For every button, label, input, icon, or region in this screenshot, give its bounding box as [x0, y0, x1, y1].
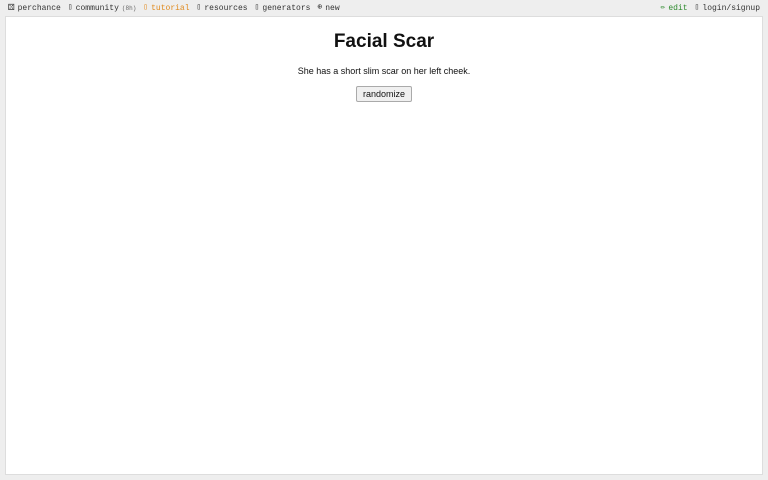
nav-label-perchance: perchance	[17, 3, 61, 13]
generator-output-text: She has a short slim scar on her left ch…	[297, 66, 471, 76]
nav-item-new[interactable]: ⊕ new	[317, 4, 339, 13]
user-icon: ▯	[694, 3, 700, 12]
nav-item-edit[interactable]: ✏ edit	[661, 4, 688, 13]
dice-icon: ⚄	[8, 1, 15, 14]
generators-icon: ▯	[254, 3, 260, 12]
nav-label-resources: resources	[204, 3, 248, 13]
generator-output-card: Facial Scar She has a short slim scar on…	[5, 16, 763, 475]
nav-item-resources[interactable]: ▯ resources	[197, 4, 248, 13]
nav-item-perchance[interactable]: ⚄ perchance	[8, 1, 61, 14]
nav-label-community: community	[75, 3, 119, 13]
nav-item-tutorial[interactable]: ▯ tutorial	[143, 4, 189, 13]
nav-label-tutorial: tutorial	[151, 3, 190, 13]
nav-label-edit: edit	[668, 3, 688, 13]
community-icon: ▯	[67, 3, 73, 12]
nav-item-generators[interactable]: ▯ generators	[255, 4, 311, 13]
community-count-badge: (8h)	[121, 4, 137, 12]
nav-item-community[interactable]: ▯ community (8h)	[68, 4, 136, 13]
pencil-icon: ✏	[660, 3, 666, 12]
nav-left-group: ⚄ perchance ▯ community (8h) ▯ tutorial …	[8, 1, 340, 14]
plus-circle-icon: ⊕	[317, 3, 323, 12]
resources-icon: ▯	[196, 3, 202, 12]
randomize-button[interactable]: randomize	[355, 86, 413, 102]
tutorial-icon: ▯	[143, 3, 149, 12]
nav-item-login[interactable]: ▯ login/signup	[695, 4, 760, 13]
top-navigation-bar: ⚄ perchance ▯ community (8h) ▯ tutorial …	[0, 0, 768, 16]
nav-right-group: ✏ edit ▯ login/signup	[661, 4, 760, 13]
page-title: Facial Scar	[333, 31, 435, 52]
nav-label-generators: generators	[262, 3, 311, 13]
nav-label-login: login/signup	[702, 3, 760, 13]
nav-label-new: new	[325, 3, 340, 13]
